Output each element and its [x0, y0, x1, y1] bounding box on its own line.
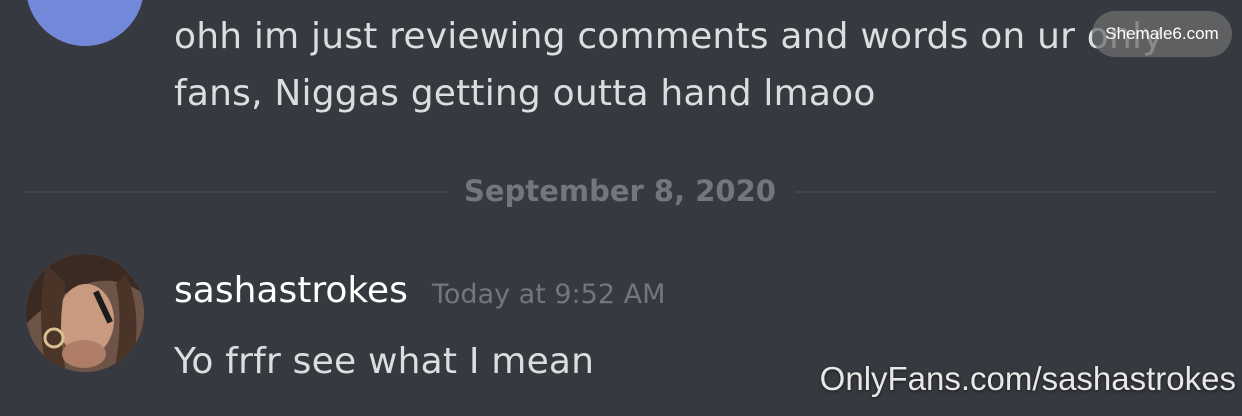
site-watermark: Shemale6.com	[1092, 11, 1232, 57]
message-text: Yo frfr see what I mean	[174, 341, 595, 382]
user-avatar[interactable]	[26, 254, 144, 372]
creator-watermark: OnlyFans.com/sashastrokes	[819, 360, 1236, 397]
date-divider-label: September 8, 2020	[464, 174, 776, 208]
message-timestamp: Today at 9:52 AM	[432, 279, 666, 310]
divider-line-right	[796, 191, 1216, 193]
message-text: ohh im just reviewing comments and words…	[174, 16, 1164, 114]
divider-line-left	[26, 191, 446, 193]
message-author[interactable]: sashastrokes	[174, 270, 408, 311]
chat-view: ohh im just reviewing comments and words…	[0, 0, 1242, 416]
discord-default-avatar-icon[interactable]	[26, 0, 144, 46]
